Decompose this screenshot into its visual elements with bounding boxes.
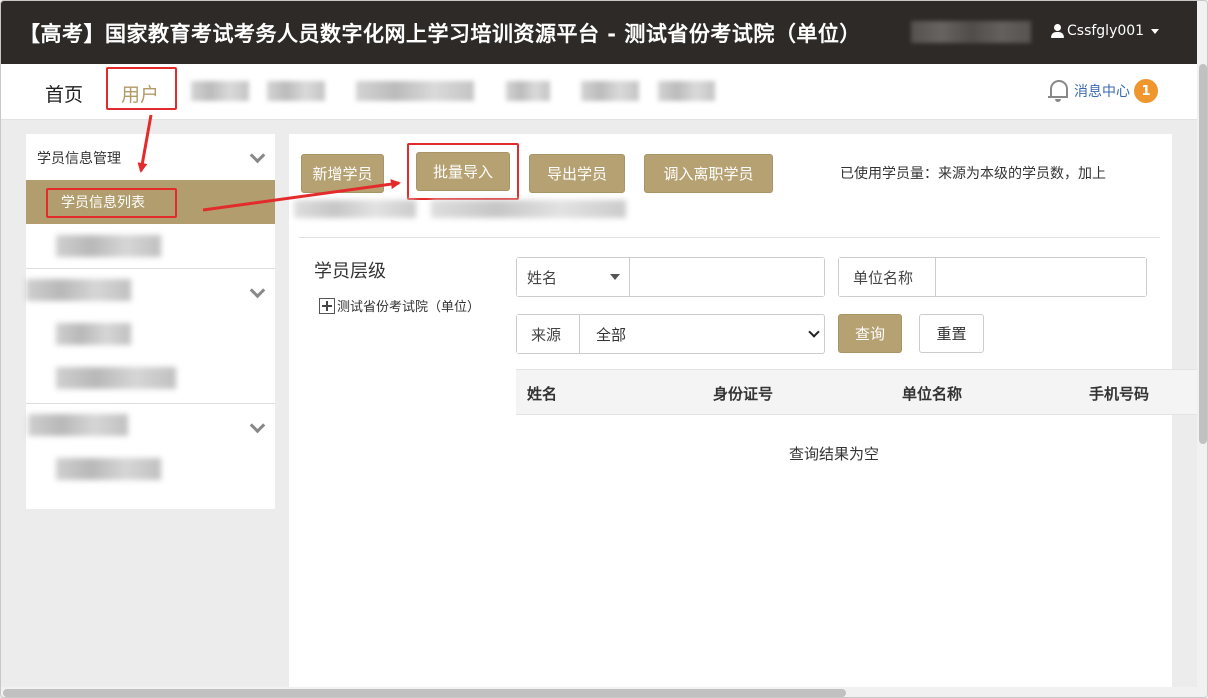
name-search-group: 姓名 — [516, 257, 825, 297]
usage-note: 已使用学员量：来源为本级的学员数，加上 — [840, 166, 1106, 182]
redacted-nav-item[interactable] — [581, 81, 639, 101]
redacted-nav-item[interactable] — [191, 81, 249, 101]
sidebar-group-redacted — [26, 404, 275, 494]
redacted-nav-item[interactable] — [356, 81, 474, 101]
empty-result-message: 查询结果为空 — [789, 445, 880, 463]
source-select[interactable]: 全部 — [580, 315, 824, 353]
sidebar-item-redacted[interactable] — [26, 315, 275, 359]
search-type-dropdown[interactable]: 姓名 — [517, 258, 630, 296]
redacted-nav-item[interactable] — [267, 81, 325, 101]
sidebar-group-redacted — [26, 269, 275, 404]
source-select-value: 全部 — [596, 325, 627, 344]
column-header-phone: 手机号码 — [1089, 385, 1150, 403]
message-center[interactable]: 消息中心 1 — [1048, 78, 1158, 104]
column-header-id-number: 身份证号 — [713, 385, 774, 403]
column-header-unit-name: 单位名称 — [902, 385, 963, 403]
chevron-down-icon — [249, 417, 266, 434]
annotation-highlight-student-list — [46, 188, 177, 218]
search-type-label: 姓名 — [527, 268, 558, 287]
nav-home[interactable]: 首页 — [45, 80, 83, 107]
vertical-scrollbar[interactable] — [1197, 1, 1207, 697]
source-label: 来源 — [517, 315, 580, 353]
page-title: 【高考】国家教育考试考务人员数字化网上学习培训资源平台 - 测试省份考试院（单位… — [19, 22, 861, 46]
redacted-text — [431, 200, 626, 218]
annotation-highlight-batch-import — [407, 143, 519, 200]
transfer-in-button[interactable]: 调入离职学员 — [644, 154, 773, 193]
chevron-down-icon — [249, 282, 266, 299]
tree-node-label: 测试省份考试院（单位） — [337, 300, 481, 315]
bell-icon — [1048, 78, 1070, 104]
redacted-nav-item[interactable] — [506, 81, 550, 101]
main-nav: 首页 用户 消息中心 1 — [1, 64, 1197, 120]
sidebar: 学员信息管理 学员信息列表 — [26, 134, 275, 509]
app-window: 【高考】国家教育考试考务人员数字化网上学习培训资源平台 - 测试省份考试院（单位… — [0, 0, 1208, 698]
export-students-button[interactable]: 导出学员 — [529, 154, 625, 193]
sidebar-item-student-list[interactable]: 学员信息列表 — [26, 180, 275, 224]
redacted-text — [294, 200, 416, 218]
unit-search-input[interactable] — [936, 258, 1146, 296]
reset-button[interactable]: 重置 — [919, 314, 984, 353]
unit-label: 单位名称 — [839, 258, 936, 296]
user-menu[interactable]: Cssfgly001 — [1051, 23, 1160, 39]
sidebar-group-student-info: 学员信息管理 学员信息列表 — [26, 134, 275, 269]
horizontal-scrollbar[interactable] — [1, 687, 1197, 697]
chevron-down-icon — [808, 326, 820, 338]
caret-down-icon — [610, 274, 620, 280]
sidebar-group-header[interactable]: 学员信息管理 — [26, 134, 275, 180]
query-button[interactable]: 查询 — [838, 314, 902, 353]
table-header: 姓名 身份证号 单位名称 手机号码 — [516, 369, 1197, 415]
top-header: 【高考】国家教育考试考务人员数字化网上学习培训资源平台 - 测试省份考试院（单位… — [1, 1, 1197, 64]
sidebar-group-header[interactable] — [26, 404, 275, 450]
sidebar-group-header[interactable] — [26, 269, 275, 315]
chevron-down-icon — [249, 147, 266, 164]
divider — [299, 237, 1160, 238]
vertical-scroll-thumb[interactable] — [1199, 64, 1207, 444]
level-label: 学员层级 — [314, 261, 386, 282]
name-search-input[interactable] — [630, 258, 824, 296]
horizontal-scroll-thumb[interactable] — [3, 689, 846, 697]
redacted-header-info — [911, 21, 1031, 43]
sidebar-item-redacted[interactable] — [26, 359, 275, 403]
message-count-badge: 1 — [1134, 79, 1158, 103]
source-select-group: 来源 全部 — [516, 314, 825, 354]
add-student-button[interactable]: 新增学员 — [301, 154, 384, 193]
sidebar-item-redacted[interactable] — [26, 450, 275, 494]
username: Cssfgly001 — [1067, 23, 1145, 39]
sidebar-item-redacted[interactable] — [26, 224, 275, 268]
user-icon — [1051, 24, 1064, 38]
tree-node-root[interactable]: 测试省份考试院（单位） — [319, 296, 480, 315]
redacted-nav-item[interactable] — [658, 81, 715, 101]
sidebar-group-title: 学员信息管理 — [37, 151, 121, 167]
main-panel: 新增学员 批量导入 导出学员 调入离职学员 已使用学员量：来源为本级的学员数，加… — [289, 134, 1197, 697]
annotation-highlight-nav-user — [106, 67, 177, 110]
expand-plus-icon[interactable] — [319, 297, 335, 314]
unit-search-group: 单位名称 — [838, 257, 1147, 297]
column-header-name: 姓名 — [527, 385, 558, 403]
caret-down-icon — [1151, 28, 1160, 34]
message-center-label: 消息中心 — [1074, 84, 1130, 100]
